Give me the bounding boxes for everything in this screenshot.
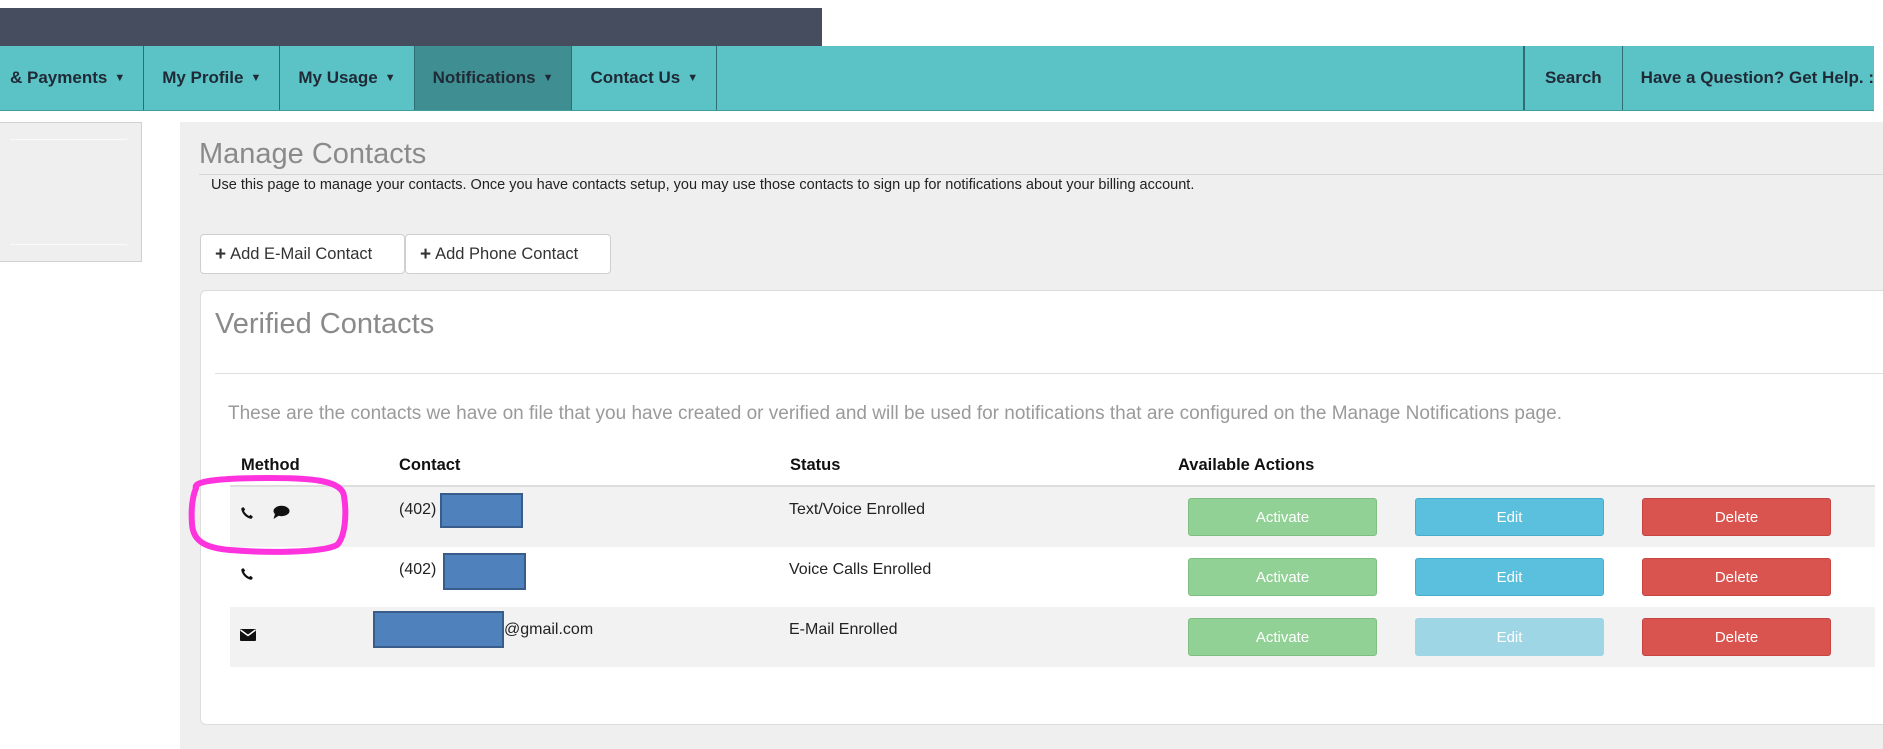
table-row: (402) Text/Voice Enrolled Activate Edit … bbox=[230, 487, 1875, 547]
caret-down-icon: ▼ bbox=[384, 72, 396, 84]
status-text: Text/Voice Enrolled bbox=[789, 501, 926, 518]
page-description: Use this page to manage your contacts. O… bbox=[211, 177, 1195, 193]
main-navbar: & Payments ▼ My Profile ▼ My Usage ▼ Notifi… bbox=[0, 46, 1874, 111]
column-header-contact: Contact bbox=[399, 456, 461, 474]
nav-label: & Payments bbox=[10, 68, 108, 87]
nav-label: My Usage bbox=[298, 68, 378, 87]
caret-down-icon: ▼ bbox=[542, 72, 554, 84]
delete-button[interactable]: Delete bbox=[1642, 498, 1831, 536]
card-description: These are the contacts we have on file t… bbox=[228, 403, 1562, 424]
nav-help-label: Have a Question? Get Help. : bbox=[1640, 68, 1874, 87]
contact-value: (402) bbox=[399, 561, 437, 578]
top-header-bar bbox=[0, 8, 822, 46]
delete-button[interactable]: Delete bbox=[1642, 618, 1831, 656]
edit-button-disabled: Edit bbox=[1415, 618, 1604, 656]
nav-label: Contact Us bbox=[590, 68, 681, 87]
chat-bubble-icon bbox=[272, 505, 290, 520]
contact-value: (402) bbox=[399, 501, 437, 518]
page-title: Manage Contacts bbox=[199, 138, 427, 170]
phone-icon bbox=[240, 506, 254, 520]
card-title: Verified Contacts bbox=[215, 308, 435, 340]
redaction-box bbox=[440, 493, 523, 528]
divider bbox=[199, 174, 1883, 175]
column-header-method: Method bbox=[241, 456, 300, 474]
caret-down-icon: ▼ bbox=[687, 72, 699, 84]
phone-icon bbox=[240, 567, 254, 581]
nav-search-label: Search bbox=[1544, 68, 1602, 87]
verified-contacts-card: Verified Contacts These are the contacts… bbox=[200, 290, 1883, 725]
status-text: E-Mail Enrolled bbox=[789, 621, 898, 638]
divider bbox=[215, 373, 1883, 374]
plus-icon: + bbox=[215, 243, 227, 265]
button-label: Add E-Mail Contact bbox=[230, 244, 373, 263]
envelope-icon bbox=[240, 629, 256, 641]
nav-label: My Profile bbox=[162, 68, 244, 87]
activate-button[interactable]: Activate bbox=[1188, 558, 1377, 596]
caret-down-icon: ▼ bbox=[250, 72, 262, 84]
column-header-status: Status bbox=[790, 456, 841, 474]
edit-button[interactable]: Edit bbox=[1415, 498, 1604, 536]
nav-my-profile[interactable]: My Profile ▼ bbox=[144, 46, 281, 110]
nav-my-usage[interactable]: My Usage ▼ bbox=[280, 46, 415, 110]
left-side-panel bbox=[0, 122, 142, 262]
redaction-box bbox=[443, 553, 526, 590]
table-row: @gmail.com E-Mail Enrolled Activate Edit… bbox=[230, 607, 1875, 667]
divider bbox=[10, 139, 127, 140]
nav-contact-us[interactable]: Contact Us ▼ bbox=[572, 46, 718, 110]
method-cell bbox=[240, 505, 290, 520]
delete-button[interactable]: Delete bbox=[1642, 558, 1831, 596]
method-cell bbox=[240, 567, 254, 581]
add-email-contact-button[interactable]: + Add E-Mail Contact bbox=[200, 234, 405, 274]
nav-label: Notifications bbox=[432, 68, 536, 87]
activate-button[interactable]: Activate bbox=[1188, 498, 1377, 536]
activate-button[interactable]: Activate bbox=[1188, 618, 1377, 656]
nav-search[interactable]: Search bbox=[1523, 46, 1623, 110]
contact-value: @gmail.com bbox=[504, 621, 594, 638]
nav-help[interactable]: Have a Question? Get Help. : bbox=[1623, 46, 1874, 110]
nav-bills-payments[interactable]: & Payments ▼ bbox=[0, 46, 145, 110]
nav-notifications[interactable]: Notifications ▼ bbox=[414, 46, 573, 110]
redaction-box bbox=[373, 611, 504, 648]
edit-button[interactable]: Edit bbox=[1415, 558, 1604, 596]
table-row: (402) Voice Calls Enrolled Activate Edit… bbox=[230, 547, 1875, 607]
method-cell bbox=[240, 629, 256, 641]
add-phone-contact-button[interactable]: + Add Phone Contact bbox=[405, 234, 611, 274]
caret-down-icon: ▼ bbox=[114, 72, 126, 84]
manage-contacts-panel: Manage Contacts Use this page to manage … bbox=[180, 122, 1883, 749]
plus-icon: + bbox=[420, 243, 432, 265]
divider bbox=[10, 244, 127, 245]
column-header-actions: Available Actions bbox=[1178, 456, 1315, 474]
status-text: Voice Calls Enrolled bbox=[789, 561, 932, 578]
button-label: Add Phone Contact bbox=[435, 244, 579, 263]
nav-spacer bbox=[717, 46, 1524, 110]
